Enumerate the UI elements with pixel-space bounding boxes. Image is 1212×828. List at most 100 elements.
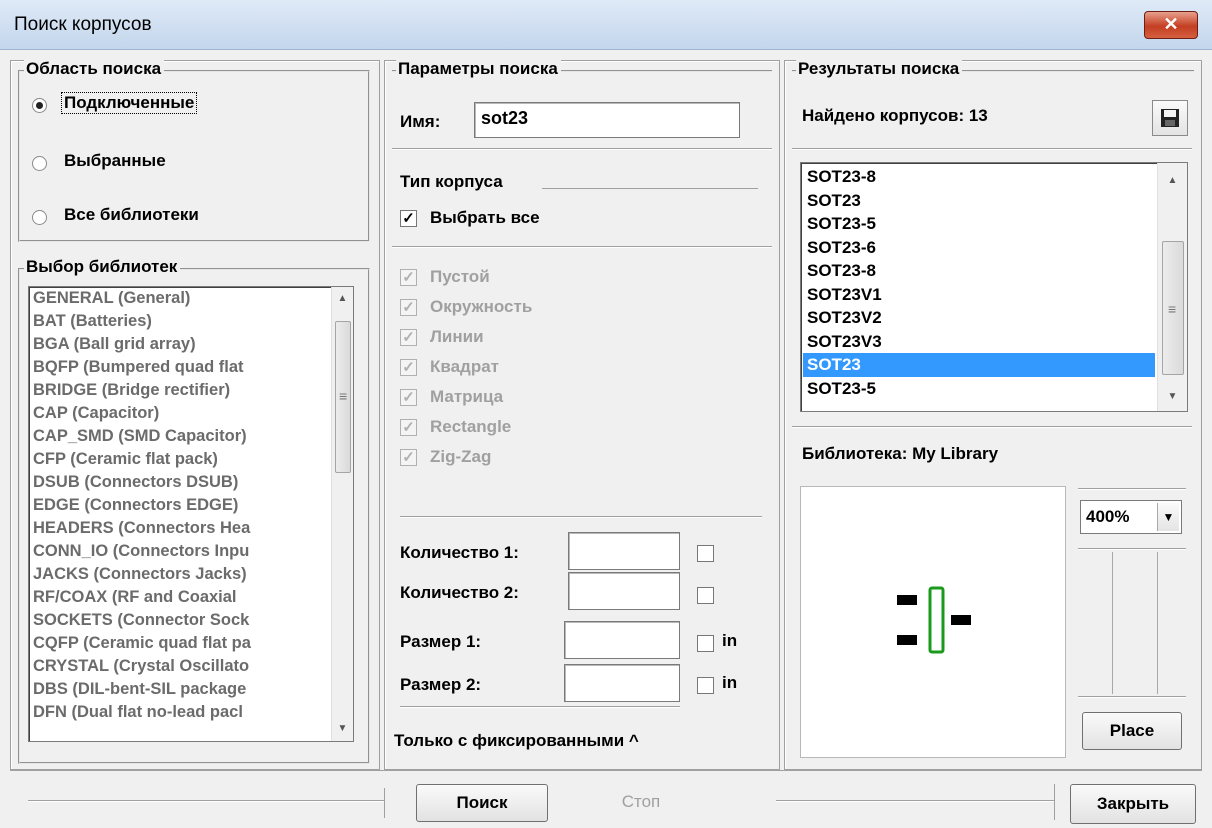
library-list-item[interactable]: HEADERS (Connectors Hea	[29, 517, 331, 540]
scroll-down-icon[interactable]: ▼	[332, 719, 353, 739]
type-square-label: Квадрат	[430, 357, 500, 376]
fixed-only-toggle[interactable]: Только с фиксированными ^	[394, 731, 639, 751]
result-list-item[interactable]: SOT23-8	[803, 259, 1155, 283]
type-circle-checkbox[interactable]: ✓	[400, 299, 417, 316]
qty1-checkbox[interactable]	[697, 545, 714, 562]
search-params-group: Параметры поиска	[392, 59, 772, 79]
divider	[392, 246, 772, 248]
library-list[interactable]: GENERAL (General) BAT (Batteries) BGA (Bal…	[28, 286, 354, 742]
radio-connected-label: Подключенные	[60, 92, 198, 114]
divider	[400, 516, 762, 518]
type-matrix-label: Матрица	[430, 387, 504, 406]
type-circle-label: Окружность	[430, 297, 533, 316]
results-scroll-down-icon[interactable]: ▼	[1158, 387, 1187, 407]
library-list-item[interactable]: SOCKETS (Connector Sock	[29, 609, 331, 632]
package-type-line	[542, 188, 758, 189]
library-list-item[interactable]: CFP (Ceramic flat pack)	[29, 448, 331, 471]
library-scrollbar[interactable]: ▲ ≡ ▼	[331, 287, 353, 741]
size1-unit: in	[722, 631, 738, 650]
library-list-item[interactable]: BRIDGE (Bridge rectifier)	[29, 379, 331, 402]
size2-input[interactable]	[564, 664, 680, 702]
results-grip-icon: ≡	[1168, 301, 1177, 317]
type-zigzag-checkbox[interactable]: ✓	[400, 449, 417, 466]
results-list[interactable]: SOT23-8 SOT23 SOT23-5 SOT23-6 SOT23-8 SOT23V1…	[800, 162, 1188, 412]
result-list-item[interactable]: SOT23V1	[803, 283, 1155, 307]
result-list-item[interactable]: SOT23-6	[803, 236, 1155, 260]
results-scroll-up-icon[interactable]: ▲	[1158, 171, 1187, 191]
scroll-up-icon[interactable]: ▲	[332, 289, 353, 309]
name-input[interactable]: sot23	[474, 102, 740, 138]
library-list-item[interactable]: EDGE (Connectors EDGE)	[29, 494, 331, 517]
result-list-item[interactable]: SOT23	[803, 353, 1155, 377]
result-list-item[interactable]: SOT23-8	[803, 165, 1155, 189]
library-list-item[interactable]: CAP (Capacitor)	[29, 402, 331, 425]
save-results-button[interactable]	[1152, 100, 1188, 136]
library-items: GENERAL (General) BAT (Batteries) BGA (Bal…	[29, 287, 331, 724]
library-list-item[interactable]: DBS (DIL-bent-SIL package	[29, 678, 331, 701]
result-list-item[interactable]: SOT23-5	[803, 377, 1155, 401]
close-button[interactable]: Закрыть	[1070, 784, 1196, 824]
result-list-item[interactable]: SOT23-5	[803, 212, 1155, 236]
type-empty-label: Пустой	[430, 267, 490, 286]
radio-selected-label: Выбранные	[64, 151, 166, 170]
zoom-dropdown-button[interactable]: ▼	[1157, 503, 1179, 531]
zoom-select[interactable]: 400% ▼	[1080, 500, 1182, 534]
library-list-item[interactable]: CAP_SMD (SMD Capacitor)	[29, 425, 331, 448]
zoom-slider-track[interactable]	[1112, 552, 1158, 694]
package-type-title: Тип корпуса	[400, 172, 503, 191]
stop-button[interactable]: Стоп	[574, 784, 708, 822]
size2-checkbox[interactable]	[697, 677, 714, 694]
found-count: Найдено корпусов: 13	[802, 106, 988, 125]
radio-all-libraries-label: Все библиотеки	[64, 205, 199, 224]
select-all-label: Выбрать все	[430, 208, 540, 227]
results-scrollbar[interactable]: ▲ ≡ ▼	[1157, 163, 1187, 411]
radio-connected[interactable]: Подключенные	[32, 92, 252, 118]
library-list-item[interactable]: BAT (Batteries)	[29, 310, 331, 333]
type-matrix-checkbox[interactable]: ✓	[400, 389, 417, 406]
type-square-checkbox[interactable]: ✓	[400, 359, 417, 376]
radio-all-libraries-dot[interactable]	[32, 210, 47, 225]
result-list-item[interactable]: SOT23V2	[803, 306, 1155, 330]
close-window-button[interactable]: ✕	[1144, 11, 1198, 39]
library-list-item[interactable]: DFN (Dual flat no-lead pacl	[29, 701, 331, 724]
library-list-item[interactable]: RF/COAX (RF and Coaxial	[29, 586, 331, 609]
type-zigzag-label: Zig-Zag	[430, 447, 492, 466]
place-button[interactable]: Place	[1082, 712, 1182, 750]
radio-selected[interactable]: Выбранные	[32, 150, 252, 176]
chevron-down-icon: ▼	[1162, 510, 1175, 524]
search-button[interactable]: Поиск	[416, 784, 548, 822]
results-title: Результаты поиска	[796, 59, 963, 79]
zoom-value: 400%	[1086, 507, 1130, 526]
type-lines-checkbox[interactable]: ✓	[400, 329, 417, 346]
size1-checkbox[interactable]	[697, 635, 714, 652]
qty2-input[interactable]	[568, 572, 680, 610]
library-list-item[interactable]: JACKS (Connectors Jacks)	[29, 563, 331, 586]
type-empty-checkbox[interactable]: ✓	[400, 269, 417, 286]
radio-selected-dot[interactable]	[32, 156, 47, 171]
search-params-title: Параметры поиска	[396, 59, 561, 79]
radio-connected-dot[interactable]	[32, 98, 47, 113]
divider	[1078, 696, 1186, 698]
qty1-input[interactable]	[568, 532, 680, 570]
result-list-item[interactable]: SOT23V3	[803, 330, 1155, 354]
library-list-item[interactable]: CQFP (Ceramic quad flat pa	[29, 632, 331, 655]
library-list-item[interactable]: DSUB (Connectors DSUB)	[29, 471, 331, 494]
library-list-item[interactable]: BQFP (Bumpered quad flat	[29, 356, 331, 379]
type-rectangle-checkbox[interactable]: ✓	[400, 419, 417, 436]
size1-input[interactable]	[564, 621, 680, 659]
result-list-item[interactable]: SOT23	[803, 189, 1155, 213]
library-list-item[interactable]: GENERAL (General)	[29, 287, 331, 310]
footer-line	[1054, 784, 1055, 820]
size2-label: Размер 2:	[400, 675, 482, 694]
library-list-item[interactable]: CONN_IO (Connectors Inpu	[29, 540, 331, 563]
radio-all-libraries[interactable]: Все библиотеки	[32, 204, 272, 230]
qty2-checkbox[interactable]	[697, 587, 714, 604]
scroll-grip-icon: ≡	[339, 388, 348, 404]
footer-line	[776, 800, 1054, 802]
library-list-item[interactable]: CRYSTAL (Crystal Oscillato	[29, 655, 331, 678]
save-icon	[1161, 109, 1179, 127]
library-list-item[interactable]: BGA (Ball grid array)	[29, 333, 331, 356]
name-label: Имя:	[400, 112, 441, 131]
select-all-checkbox[interactable]: ✓	[400, 210, 417, 227]
divider	[792, 426, 1192, 428]
